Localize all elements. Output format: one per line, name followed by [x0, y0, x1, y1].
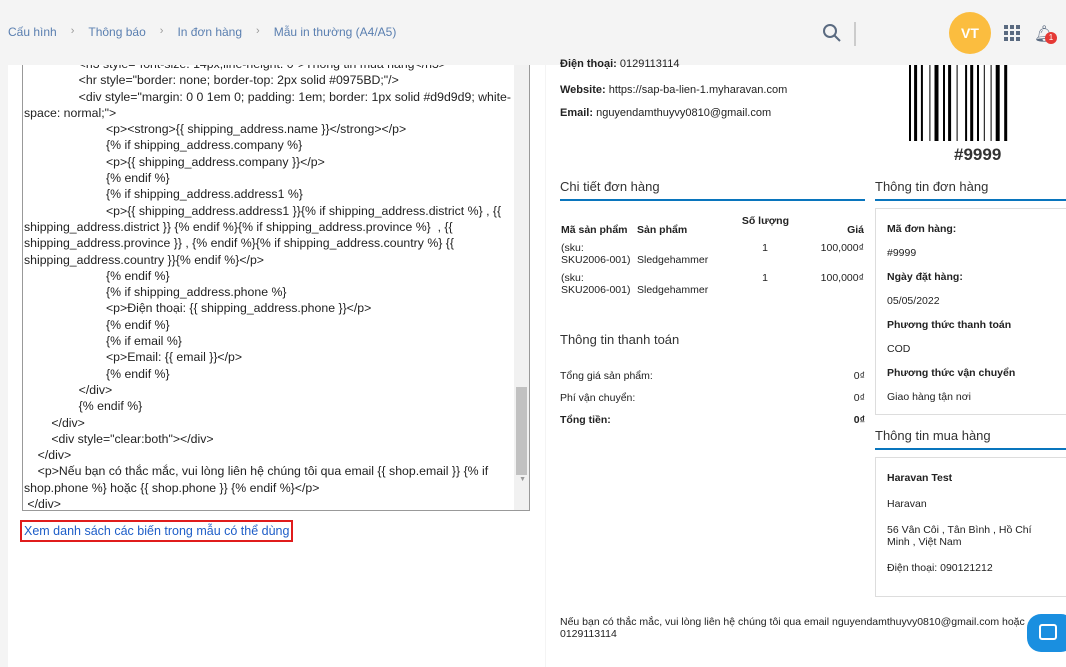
buyer-company: Haravan: [887, 498, 927, 510]
order-items-table: Mã sản phẩm Sản phẩm Số lượng Giá (sku: SKU…: [560, 212, 865, 299]
column-header: Mã sản phẩm: [561, 224, 628, 236]
buyer-name: Haravan Test: [887, 472, 953, 484]
label: Tổng tiền:: [560, 414, 611, 426]
value: #9999: [887, 247, 917, 259]
editor-panel: <h3 style="font-size: 14px;line-height: …: [8, 65, 545, 667]
column-header: Sản phẩm: [637, 224, 688, 236]
breadcrumb-template[interactable]: Mẫu in thường (A4/A5): [274, 25, 397, 39]
breadcrumb-config[interactable]: Cấu hình: [8, 25, 57, 39]
order-info-box: Mã đơn hàng: #9999 Ngày đặt hàng: 05/05/20…: [875, 208, 1066, 415]
cell-price: 100,000₫: [820, 272, 864, 284]
cell-price: 100,000₫: [820, 242, 864, 254]
label: Website:: [560, 84, 606, 96]
payment-title: Thông tin thanh toán: [560, 332, 680, 347]
value: 0₫: [853, 414, 865, 426]
value: nguyendamthuyvy0810@gmail.com: [596, 107, 772, 119]
value: 0₫: [853, 392, 865, 404]
variables-list-link[interactable]: Xem danh sách các biến trong mẫu có thể …: [20, 520, 294, 542]
buyer-phone: Điện thoại: 090121212: [887, 562, 993, 574]
table-row: (sku: SKU2006-001) Sledgehammer 1 100,000₫: [560, 239, 865, 269]
top-bar: Cấu hình › Thông báo › In đơn hàng › Mẫu in…: [0, 0, 1066, 65]
table-row: (sku: SKU2006-001) Sledgehammer 1 100,000₫: [560, 269, 865, 299]
scrollbar[interactable]: ▼: [514, 65, 529, 510]
label: Email:: [560, 107, 594, 119]
cell-qty: 1: [762, 272, 768, 284]
label: Ngày đặt hàng:: [887, 271, 963, 283]
label: Điện thoại:: [560, 58, 617, 70]
label: Tổng giá sản phẩm:: [560, 370, 653, 382]
column-header: Số lượng: [741, 215, 789, 227]
template-code[interactable]: <h3 style="font-size: 14px;line-height: …: [24, 65, 513, 510]
shop-email: Email: nguyendamthuyvy0810@gmail.com: [560, 107, 771, 119]
buyer-info-box: Haravan Test Haravan 56 Vân Côi , Tân Bì…: [875, 457, 1066, 597]
scroll-down-arrow-icon[interactable]: ▼: [519, 472, 526, 488]
template-code-textarea[interactable]: <h3 style="font-size: 14px;line-height: …: [22, 65, 530, 511]
value: COD: [887, 343, 911, 355]
search-icon[interactable]: [822, 23, 842, 43]
barcode: [909, 65, 1008, 141]
value: 05/05/2022: [887, 295, 940, 307]
avatar[interactable]: VT: [949, 12, 991, 54]
cell-sku: (sku: SKU2006-001): [561, 272, 631, 296]
breadcrumb-notifications[interactable]: Thông báo: [88, 25, 145, 39]
cell-sku: (sku: SKU2006-001): [561, 242, 631, 266]
order-detail-title: Chi tiết đơn hàng: [560, 179, 865, 201]
shop-phone: Điện thoại: 0129113114: [560, 58, 679, 70]
chat-button[interactable]: [1027, 614, 1066, 652]
value: 0₫: [853, 370, 865, 382]
breadcrumb: Cấu hình › Thông báo › In đơn hàng › Mẫu in…: [8, 25, 396, 39]
column-header: Giá: [847, 224, 864, 236]
chevron-right-icon: ›: [70, 25, 75, 37]
cell-product: Sledgehammer: [637, 284, 709, 296]
shop-website: Website: https://sap-ba-lien-1.myharavan…: [560, 84, 787, 96]
apps-grid-icon[interactable]: [1004, 25, 1020, 41]
chat-icon: [1039, 624, 1057, 640]
chevron-right-icon: ›: [159, 25, 164, 37]
value: https://sap-ba-lien-1.myharavan.com: [608, 84, 788, 96]
label: Mã đơn hàng:: [887, 223, 957, 235]
scrollbar-thumb[interactable]: [516, 387, 527, 475]
preview-panel: Điện thoại: 0129113114 Website: https://…: [546, 58, 1066, 667]
label: Phương thức thanh toán: [887, 319, 1012, 331]
cell-qty: 1: [762, 242, 768, 254]
chevron-right-icon: ›: [256, 25, 260, 37]
label: Phí vận chuyển:: [560, 392, 636, 404]
barcode-text: #9999: [954, 145, 1002, 164]
label: Phương thức vận chuyển: [887, 367, 1016, 379]
buyer-address: 56 Vân Côi , Tân Bình , Hồ Chí Minh , Vi…: [887, 524, 1032, 548]
cell-product: Sledgehammer: [637, 254, 709, 266]
breadcrumb-print-order[interactable]: In đơn hàng: [177, 25, 242, 39]
buyer-info-title: Thông tin mua hàng: [875, 428, 1066, 450]
value: 0129113114: [619, 58, 680, 70]
notification-badge: 1: [1045, 32, 1057, 44]
footer-note: Nếu bạn có thắc mắc, vui lòng liên hệ ch…: [560, 616, 1025, 640]
payment-summary: Tổng giá sản phẩm: 0₫ Phí vận chuyển: 0₫ T…: [560, 365, 865, 431]
divider: [854, 22, 856, 46]
order-info-title: Thông tin đơn hàng: [875, 179, 1066, 201]
value: Giao hàng tận nơi: [887, 391, 971, 403]
